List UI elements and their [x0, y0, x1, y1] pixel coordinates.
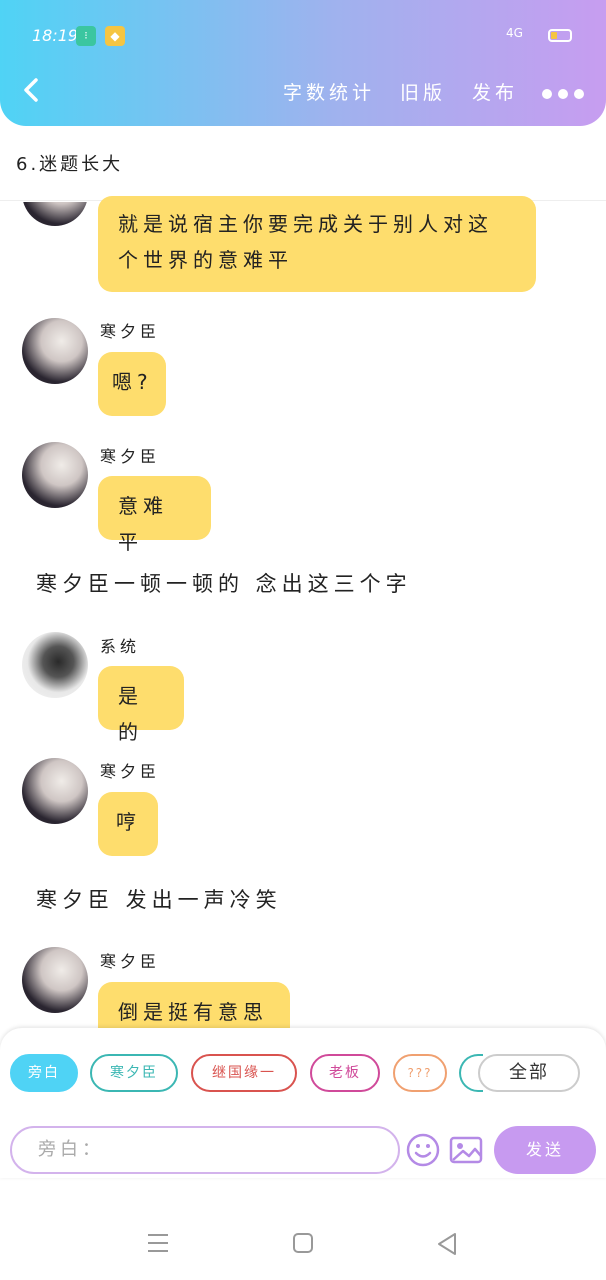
message-bubble: 是的 — [98, 666, 184, 744]
role-chip-han[interactable]: 寒夕臣 — [90, 1054, 178, 1092]
back-nav-icon[interactable] — [436, 1232, 458, 1256]
message-input[interactable]: 旁白： — [10, 1126, 400, 1174]
publish-button[interactable]: 发布 — [472, 78, 518, 105]
speaker-name: 寒夕臣 — [100, 322, 161, 341]
system-avatar[interactable] — [22, 632, 88, 698]
narration-text: 寒夕臣一顿一顿的 念出这三个字 — [36, 572, 412, 596]
app-notification-icon: ⁝ — [76, 26, 96, 46]
more-options-icon[interactable] — [542, 84, 592, 99]
avatar[interactable] — [22, 442, 88, 508]
diamond-icon: ◆ — [105, 26, 125, 46]
chapter-title: 6.迷题长大 — [16, 154, 124, 175]
speaker-name: 系统 — [100, 637, 141, 656]
role-chip-boss[interactable]: 老板 — [310, 1054, 380, 1092]
role-chip-jiguo[interactable]: 继国缘一 — [191, 1054, 297, 1092]
back-arrow-icon[interactable] — [18, 76, 46, 104]
role-chip-narration[interactable]: 旁白 — [10, 1054, 78, 1092]
send-button[interactable]: 发送 — [494, 1126, 596, 1174]
all-roles-button[interactable]: 全部 — [478, 1054, 580, 1092]
avatar[interactable] — [22, 758, 88, 824]
message-line: 个世界的意难平 — [118, 248, 293, 272]
message-bubble: 意难平 — [98, 476, 211, 554]
narration-text: 寒夕臣 发出一声冷笑 — [36, 888, 282, 912]
battery-icon — [548, 29, 572, 42]
role-chip-unknown[interactable]: ??? — [393, 1054, 447, 1092]
emoji-icon[interactable] — [406, 1133, 440, 1167]
image-icon[interactable] — [449, 1136, 483, 1164]
message-bubble: 就是说宿主你要完成关于别人对这 个世界的意难平 — [98, 196, 536, 292]
message-bubble: 嗯? — [98, 352, 166, 416]
avatar[interactable] — [22, 318, 88, 384]
top-header: 18:19 ⁝ ◆ 4G 字数统计 旧版 发布 — [0, 0, 606, 126]
avatar[interactable] — [22, 947, 88, 1013]
message-line: 就是说宿主你要完成关于别人对这 — [118, 212, 493, 236]
speaker-name: 寒夕臣 — [100, 952, 161, 971]
word-count-button[interactable]: 字数统计 — [283, 78, 375, 105]
menu-icon[interactable] — [146, 1232, 170, 1254]
old-version-button[interactable]: 旧版 — [400, 78, 446, 105]
network-indicator: 4G — [506, 26, 523, 40]
speaker-name: 寒夕臣 — [100, 762, 161, 781]
status-time: 18:19 — [32, 26, 79, 45]
speaker-name: 寒夕臣 — [100, 447, 161, 466]
message-bubble: 哼 — [98, 792, 158, 856]
home-icon[interactable] — [292, 1232, 314, 1254]
